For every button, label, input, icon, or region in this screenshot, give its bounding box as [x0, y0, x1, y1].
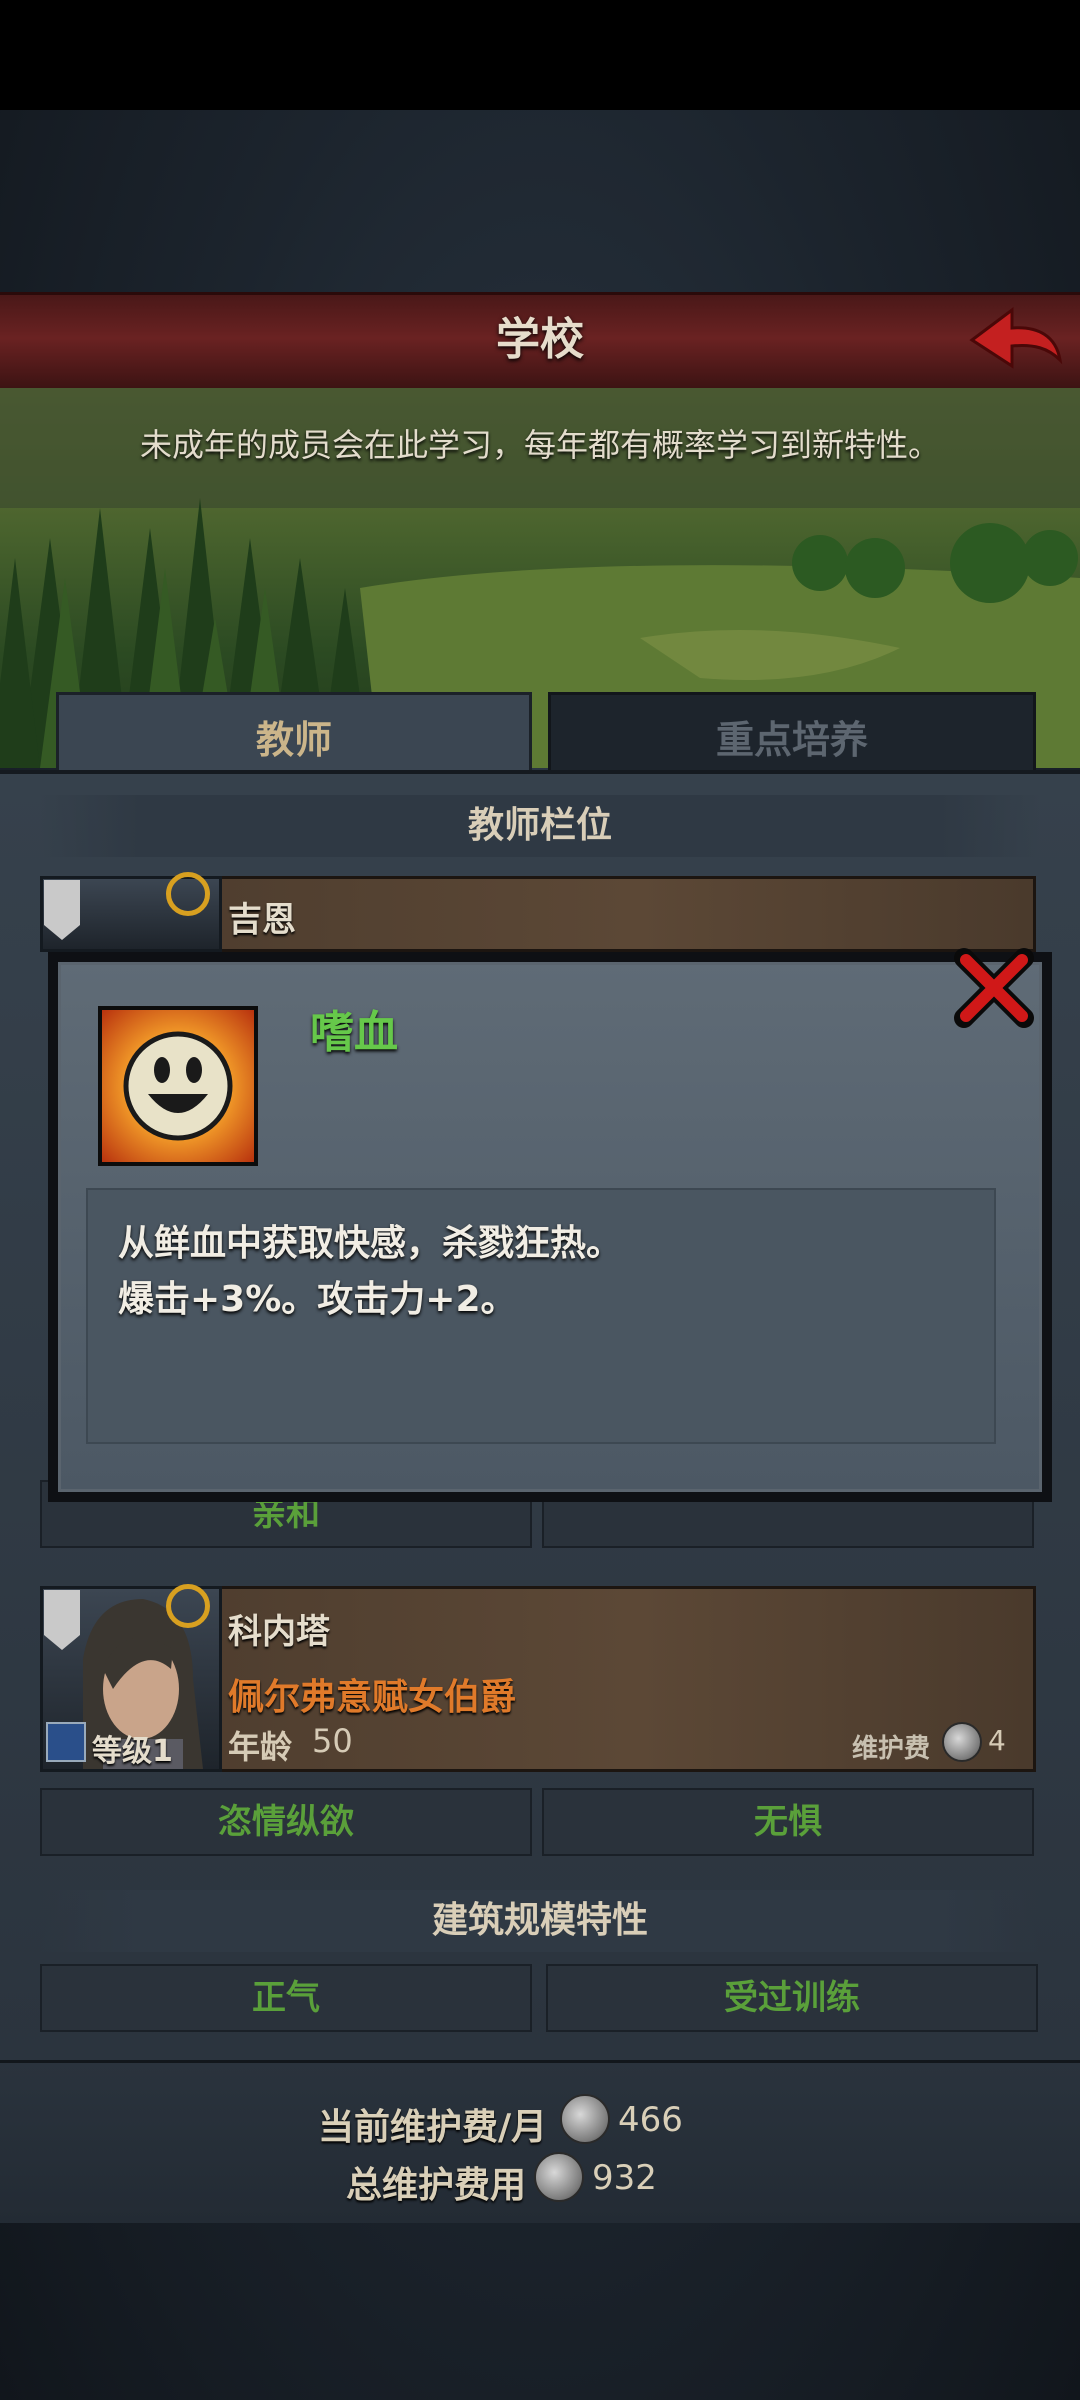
teacher-2-trait-2[interactable]: 无惧 — [542, 1788, 1034, 1856]
total-upkeep-label: 总维护费用 — [346, 2165, 527, 2206]
cycle-icon[interactable] — [166, 1584, 210, 1628]
teacher-title: 佩尔弗意赋女伯爵 — [228, 1677, 517, 1718]
teacher-name-2: 科内塔 — [228, 1612, 330, 1652]
page-title: 学校 — [496, 314, 584, 365]
teacher-age-label: 年龄 — [228, 1728, 293, 1766]
status-bar-area — [0, 0, 1080, 110]
building-traits-heading: 建筑规模特性 — [40, 1890, 1040, 1952]
sword-class-icon — [46, 1722, 86, 1762]
silver-coin-icon — [560, 2094, 610, 2144]
cycle-icon[interactable] — [166, 872, 210, 916]
school-description: 未成年的成员会在此学习，每年都有概率学习到新特性。 — [139, 426, 940, 464]
monthly-upkeep-label: 当前维护费/月 — [318, 2107, 548, 2148]
smiley-face-icon — [98, 1006, 258, 1166]
monthly-upkeep-value: 466 — [618, 2100, 683, 2140]
silver-coin-icon — [942, 1722, 982, 1762]
teacher-age: 50 — [312, 1722, 353, 1760]
back-arrow-icon[interactable] — [968, 300, 1064, 380]
teacher-name-1: 吉恩 — [228, 900, 296, 940]
upkeep-value: 4 — [988, 1724, 1006, 1757]
trait-description-line-2: 爆击+3%。攻击力+2。 — [118, 1279, 517, 1320]
upkeep-label: 维护费 — [852, 1734, 931, 1764]
building-trait-1[interactable]: 正气 — [40, 1964, 532, 2032]
teacher-slots-heading: 教师栏位 — [40, 795, 1040, 857]
teacher-level: 等级1 — [92, 1734, 173, 1769]
silver-coin-icon — [534, 2152, 584, 2202]
teacher-2-trait-1[interactable]: 恣情纵欲 — [40, 1788, 532, 1856]
total-upkeep-value: 932 — [592, 2158, 657, 2198]
trait-name: 嗜血 — [310, 1007, 398, 1058]
close-icon[interactable] — [954, 948, 1034, 1028]
building-trait-2[interactable]: 受过训练 — [546, 1964, 1038, 2032]
trait-description-line-1: 从鲜血中获取快感，杀戮狂热。 — [118, 1223, 623, 1264]
